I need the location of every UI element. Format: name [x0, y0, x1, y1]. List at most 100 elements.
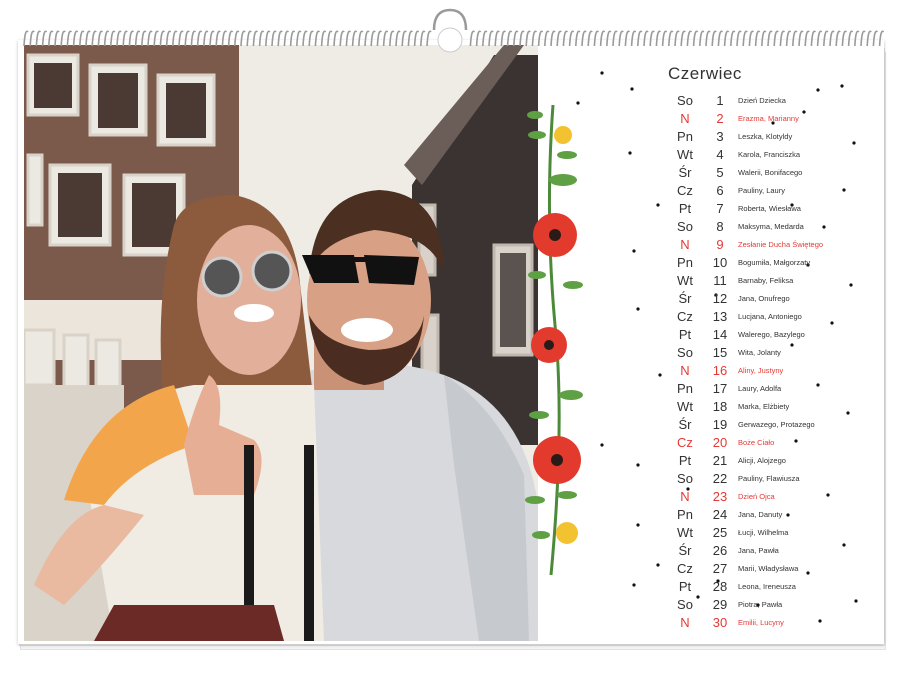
day-number: 17: [712, 381, 728, 396]
day-number: 6: [716, 183, 724, 198]
name-day-text: Boże Ciało: [738, 438, 775, 447]
weekday-abbr: Pt: [678, 327, 692, 342]
day-number: 22: [712, 471, 728, 486]
day-number: 15: [712, 345, 728, 360]
day-number: 9: [716, 237, 724, 252]
day-row: Cz 13 Lucjana, Antoniego: [668, 308, 878, 326]
weekday-abbr: Wt: [677, 525, 693, 540]
day-row: Wt 4 Karola, Franciszka: [668, 146, 878, 164]
month-title: Czerwiec: [668, 64, 742, 83]
name-day-text: Walerii, Bonifacego: [738, 168, 803, 177]
day-row: So 29 Piotra, Pawła: [668, 596, 878, 614]
day-number: 14: [712, 327, 728, 342]
weekday-abbr: Cz: [677, 561, 693, 576]
name-day-text: Lucjana, Antoniego: [738, 312, 802, 321]
day-row: N 9 Zesłanie Ducha Świętego: [668, 236, 878, 254]
name-day-text: Pauliny, Flawiusza: [738, 474, 800, 483]
name-day-text: Marka, Elżbiety: [738, 402, 790, 411]
weekday-abbr: So: [677, 345, 693, 360]
name-day-text: Dzień Dziecka: [738, 96, 786, 105]
day-row: Wt 18 Marka, Elżbiety: [668, 398, 878, 416]
day-row: Pn 17 Laury, Adolfa: [668, 380, 878, 398]
weekday-abbr: Śr: [678, 417, 692, 432]
day-number: 30: [712, 615, 728, 630]
name-day-text: Karola, Franciszka: [738, 150, 801, 159]
weekday-abbr: Pt: [678, 453, 692, 468]
day-number: 26: [712, 543, 728, 558]
name-day-text: Leszka, Klotyldy: [738, 132, 793, 141]
day-row: Pn 10 Bogumiła, Małgorzaty: [668, 254, 878, 272]
name-day-text: Barnaby, Feliksa: [738, 276, 794, 285]
name-day-text: Aliny, Justyny: [738, 366, 784, 375]
day-number: 10: [712, 255, 728, 270]
day-number: 12: [712, 291, 728, 306]
weekday-abbr: So: [677, 597, 693, 612]
name-day-text: Emilii, Lucyny: [738, 618, 784, 627]
day-row: N 23 Dzień Ojca: [668, 488, 878, 506]
day-row: Pt 7 Roberta, Wiesława: [668, 200, 878, 218]
weekday-abbr: Pt: [678, 201, 692, 216]
name-day-text: Bogumiła, Małgorzaty: [738, 258, 811, 267]
day-row: So 22 Pauliny, Flawiusza: [668, 470, 878, 488]
weekday-abbr: Wt: [677, 147, 693, 162]
weekday-abbr: N: [680, 489, 690, 504]
weekday-abbr: Cz: [677, 309, 693, 324]
day-row: Wt 11 Barnaby, Feliksa: [668, 272, 878, 290]
day-row: Pn 24 Jana, Danuty: [668, 506, 878, 524]
couple-selfie-photo: [24, 45, 538, 641]
day-row: Wt 25 Łucji, Wilhelma: [668, 524, 878, 542]
day-number: 11: [713, 273, 727, 288]
day-number: 19: [712, 417, 728, 432]
weekday-abbr: Cz: [677, 183, 693, 198]
weekday-abbr: N: [680, 615, 690, 630]
day-row: N 16 Aliny, Justyny: [668, 362, 878, 380]
day-number: 24: [712, 507, 728, 522]
day-row: N 2 Erazma, Marianny: [668, 110, 878, 128]
weekday-abbr: Wt: [677, 399, 693, 414]
day-number: 1: [716, 93, 724, 108]
name-day-text: Laury, Adolfa: [738, 384, 782, 393]
day-row: So 1 Dzień Dziecka: [668, 92, 878, 110]
day-number: 2: [716, 111, 724, 126]
day-number: 27: [712, 561, 728, 576]
day-row: Cz 27 Marii, Władysława: [668, 560, 878, 578]
day-number: 23: [712, 489, 728, 504]
name-day-text: Alicji, Alojzego: [738, 456, 786, 465]
weekday-abbr: Pn: [677, 507, 693, 522]
weekday-abbr: Cz: [677, 435, 693, 450]
name-day-text: Marii, Władysława: [738, 564, 799, 573]
day-row: Pn 3 Leszka, Klotyldy: [668, 128, 878, 146]
day-number: 18: [712, 399, 728, 414]
day-row: Pt 14 Walerego, Bazylego: [668, 326, 878, 344]
calendar-hanger-icon: [432, 8, 468, 53]
day-row: Cz 6 Pauliny, Laury: [668, 182, 878, 200]
day-number: 25: [712, 525, 728, 540]
day-number: 28: [712, 579, 728, 594]
weekday-abbr: Pn: [677, 381, 693, 396]
poppy-flower-garland-icon: [525, 104, 583, 576]
name-day-text: Wita, Jolanty: [738, 348, 781, 357]
weekday-abbr: Pt: [678, 579, 692, 594]
name-day-text: Gerwazego, Protazego: [738, 420, 815, 429]
name-day-text: Maksyma, Medarda: [738, 222, 804, 231]
weekday-abbr: So: [677, 93, 693, 108]
day-row: So 15 Wita, Jolanty: [668, 344, 878, 362]
weekday-abbr: Wt: [677, 273, 693, 288]
photo-illustration: [24, 45, 538, 641]
day-row: N 30 Emilii, Lucyny: [668, 614, 878, 632]
day-number: 21: [712, 453, 728, 468]
weekday-abbr: Śr: [678, 165, 692, 180]
name-day-text: Jana, Onufrego: [738, 294, 790, 303]
weekday-abbr: Pn: [677, 129, 693, 144]
weekday-abbr: Pn: [677, 255, 693, 270]
name-day-text: Jana, Danuty: [738, 510, 783, 519]
day-number: 8: [716, 219, 724, 234]
weekday-abbr: So: [677, 219, 693, 234]
name-day-text: Piotra, Pawła: [738, 600, 783, 609]
name-day-text: Zesłanie Ducha Świętego: [738, 240, 824, 249]
name-day-text: Łucji, Wilhelma: [738, 528, 789, 537]
weekday-abbr: N: [680, 111, 690, 126]
day-number: 13: [712, 309, 728, 324]
day-row: Śr 5 Walerii, Bonifacego: [668, 164, 878, 182]
day-row: Śr 26 Jana, Pawła: [668, 542, 878, 560]
